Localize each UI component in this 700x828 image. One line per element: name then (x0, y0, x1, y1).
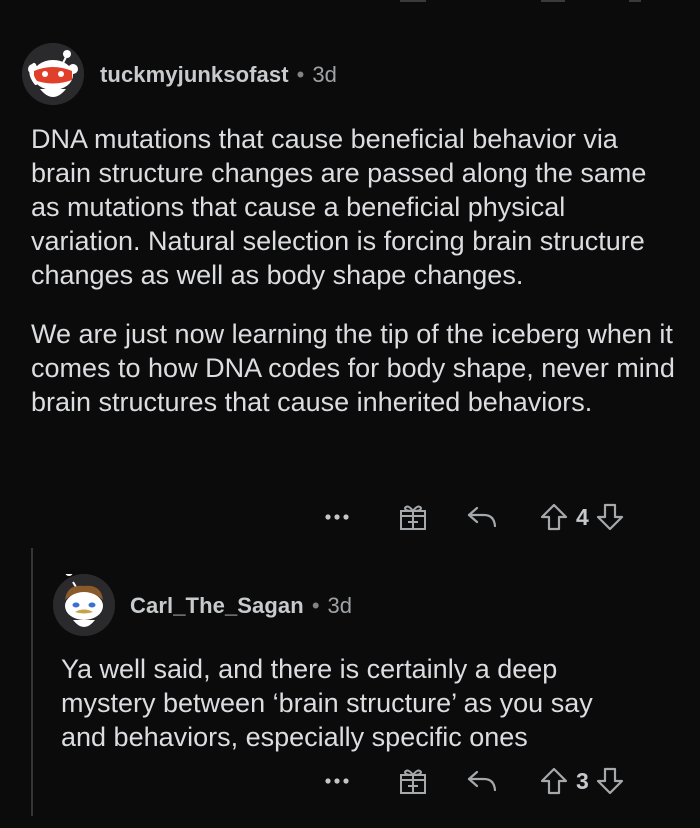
upvote-arrow-icon (540, 503, 568, 531)
gift-award-icon (400, 505, 426, 530)
comment-meta: Carl_The_Sagan • 3d (130, 593, 352, 619)
more-options-button[interactable] (322, 761, 352, 801)
vote-score: 3 (576, 767, 589, 794)
snoo-avatar-icon (22, 43, 84, 105)
comment-meta: tuckmyjunksofast • 3d (100, 62, 337, 88)
reply-button[interactable] (466, 497, 498, 537)
award-button[interactable] (398, 761, 428, 801)
more-options-button[interactable] (322, 497, 352, 537)
more-dots-icon (325, 778, 349, 784)
award-button[interactable] (398, 497, 428, 537)
comment: tuckmyjunksofast • 3d DNA mutations that… (0, 0, 700, 545)
comment-body: DNA mutations that cause beneficial beha… (31, 122, 676, 444)
comment-actions: 4 (322, 497, 625, 537)
username-link[interactable]: Carl_The_Sagan (130, 593, 304, 619)
comment-paragraph: Ya well said, and there is certainly a d… (61, 654, 593, 752)
reply-arrow-icon (467, 770, 497, 792)
downvote-arrow-icon (596, 503, 623, 531)
downvote-button[interactable] (595, 761, 625, 801)
snoo-avatar-icon (53, 574, 115, 636)
vote-score: 4 (576, 503, 589, 530)
comment-body: Ya well said, and there is certainly a d… (61, 652, 641, 779)
meta-separator: • (296, 62, 305, 87)
upvote-arrow-icon (540, 767, 568, 795)
downvote-arrow-icon (596, 767, 623, 795)
reply-comment: Carl_The_Sagan • 3d Ya well said, and th… (0, 545, 700, 828)
avatar[interactable] (53, 574, 115, 636)
reply-arrow-icon (467, 506, 497, 528)
reply-button[interactable] (466, 761, 498, 801)
comment-age: 3d (327, 593, 352, 618)
comment-age: 3d (312, 62, 337, 87)
comment-actions: 3 (322, 761, 625, 801)
username-link[interactable]: tuckmyjunksofast (100, 62, 289, 88)
comment-paragraph: DNA mutations that cause beneficial beha… (31, 124, 647, 290)
downvote-button[interactable] (595, 497, 625, 537)
upvote-button[interactable] (538, 497, 570, 537)
comment-paragraph: We are just now learning the tip of the … (31, 319, 675, 417)
upvote-button[interactable] (538, 761, 570, 801)
meta-separator: • (311, 593, 320, 618)
avatar[interactable] (22, 43, 84, 105)
more-dots-icon (325, 514, 349, 520)
gift-award-icon (400, 769, 426, 794)
